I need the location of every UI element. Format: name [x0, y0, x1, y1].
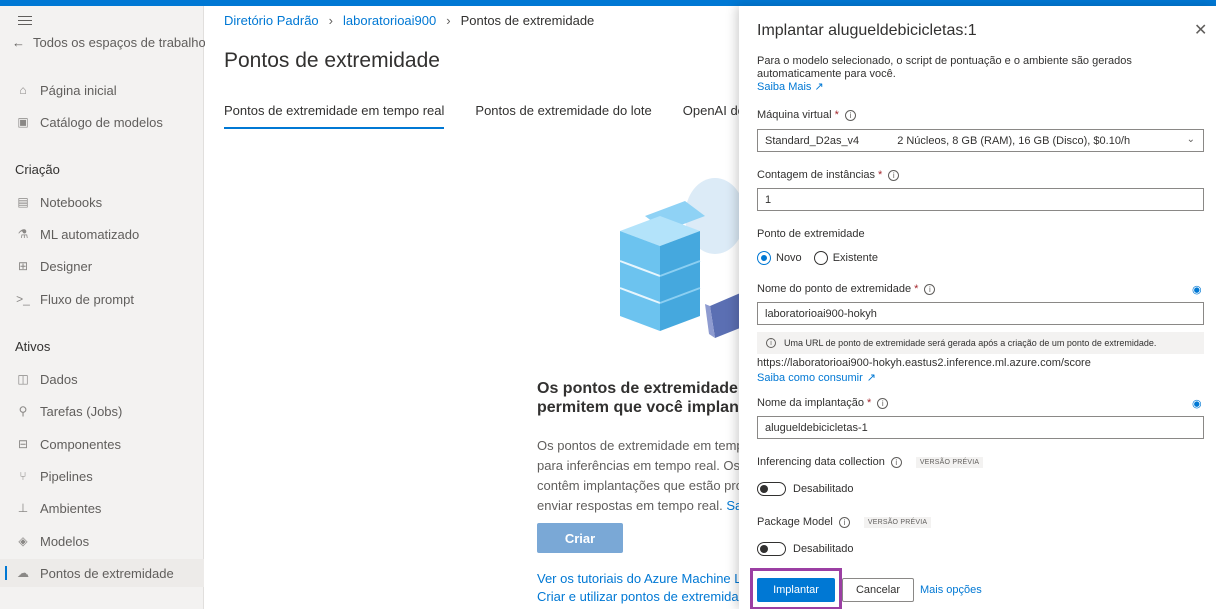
info-icon[interactable]: i	[888, 169, 900, 181]
deploy-panel: Implantar alugueldebicicletas:1 ✕ Para o…	[739, 6, 1216, 609]
vm-select[interactable]: Standard_D2as_v4 2 Núcleos, 8 GB (RAM), …	[757, 129, 1204, 152]
preview-badge: VERSÃO PRÉVIA	[863, 516, 932, 528]
radio-new[interactable]	[757, 251, 771, 265]
chevron-down-icon: ⌄	[1186, 134, 1195, 145]
endpoint-name-input[interactable]: laboratorioai900-hokyh	[757, 302, 1204, 325]
info-icon[interactable]: i	[890, 456, 902, 468]
nav-item-endpoints[interactable]: ☁ Pontos de extremidade	[0, 559, 204, 587]
package-model-label: Package Model i VERSÃO PRÉVIA	[757, 516, 932, 528]
panel-title: Implantar alugueldebicicletas:1	[757, 22, 977, 39]
close-icon[interactable]: ✕	[1194, 20, 1207, 40]
radio-existing[interactable]	[813, 251, 828, 265]
inferencing-toggle[interactable]	[757, 482, 786, 496]
home-icon: ⌂	[19, 83, 27, 97]
panel-description: Para o modelo selecionado, o script de p…	[757, 55, 1132, 93]
main-content: Diretório Padrão › laboratorioai900 › Po…	[205, 6, 745, 609]
endpoint-illustration	[619, 178, 745, 338]
models-icon: ◈	[18, 534, 28, 548]
learn-more-link[interactable]: Saiba Mais ↗	[757, 81, 824, 93]
tutorials-link[interactable]: Ver os tutoriais do Azure Machine Le	[537, 571, 745, 586]
inferencing-toggle-row: Desabilitado	[757, 482, 854, 496]
nav-section-creation: Criação	[15, 162, 60, 177]
endpoints-icon: ☁	[17, 566, 29, 580]
cancel-button[interactable]: Cancelar	[842, 578, 914, 602]
info-icon[interactable]: i	[924, 283, 936, 295]
eye-icon[interactable]: ◉	[1192, 283, 1202, 296]
endpoint-tabs: Pontos de extremidade em tempo real Pont…	[224, 103, 745, 129]
tab-realtime-endpoints[interactable]: Pontos de extremidade em tempo real	[224, 103, 445, 129]
external-link-icon: ↗	[866, 372, 876, 384]
package-toggle-row: Desabilitado	[757, 542, 854, 556]
chevron-right-icon: ›	[328, 13, 333, 28]
package-model-toggle[interactable]	[757, 542, 786, 556]
deploy-button[interactable]: Implantar	[757, 578, 835, 602]
info-icon[interactable]: i	[844, 109, 856, 121]
create-use-endpoints-link[interactable]: Criar e utilizar pontos de extremidad	[537, 589, 745, 604]
nav-item-jobs[interactable]: ⚲ Tarefas (Jobs)	[0, 397, 204, 425]
create-endpoint-button[interactable]: Criar	[537, 523, 623, 553]
external-link-icon: ↗	[814, 81, 824, 93]
breadcrumb: Diretório Padrão › laboratorioai900 › Po…	[224, 13, 594, 28]
instance-count-input[interactable]: 1	[757, 188, 1204, 211]
nav-section-assets: Ativos	[15, 339, 51, 354]
designer-icon: ⊞	[17, 259, 29, 273]
nav-item-notebooks[interactable]: ▤ Notebooks	[0, 188, 204, 216]
eye-icon[interactable]: ◉	[1192, 397, 1202, 410]
consume-link[interactable]: Saiba como consumir ↗	[757, 371, 876, 385]
nav-item-pipelines[interactable]: ⑂ Pipelines	[0, 462, 204, 490]
info-icon[interactable]: i	[838, 516, 850, 528]
instance-count-label: Contagem de instâncias * i	[757, 169, 900, 181]
environments-icon: ⊥	[17, 501, 29, 515]
preview-badge: VERSÃO PRÉVIA	[915, 456, 984, 468]
nav-item-prompt-flow[interactable]: >_ Fluxo de prompt	[0, 285, 204, 313]
nav-item-models[interactable]: ◈ Modelos	[0, 527, 204, 555]
more-options-link[interactable]: Mais opções	[920, 584, 982, 596]
pipelines-icon: ⑂	[19, 469, 27, 483]
automl-icon: ⚗	[17, 227, 29, 241]
empty-state-title: Os pontos de extremidade c permitem que …	[537, 380, 745, 416]
notebook-icon: ▤	[17, 195, 29, 209]
nav-item-home[interactable]: ⌂ Página inicial	[0, 76, 204, 104]
breadcrumb-directory[interactable]: Diretório Padrão	[224, 13, 319, 28]
endpoint-label: Ponto de extremidade	[757, 228, 865, 240]
info-icon: i	[766, 338, 776, 348]
deployment-name-label: Nome da implantação * i	[757, 397, 889, 409]
nav-item-environments[interactable]: ⊥ Ambientes	[0, 494, 204, 522]
breadcrumb-current: Pontos de extremidade	[460, 13, 595, 28]
endpoint-url: https://laboratorioai900-hokyh.eastus2.i…	[757, 357, 1091, 369]
prompt-flow-icon: >_	[16, 292, 30, 306]
arrow-left-icon: ←	[12, 35, 25, 50]
breadcrumb-workspace[interactable]: laboratorioai900	[343, 13, 436, 28]
nav-item-automl[interactable]: ⚗ ML automatizado	[0, 220, 204, 248]
vm-label: Máquina virtual * i	[757, 109, 856, 121]
page-title: Pontos de extremidade	[224, 49, 440, 72]
chevron-right-icon: ›	[446, 13, 451, 28]
back-to-workspaces-link[interactable]: ← Todos os espaços de trabalho	[12, 35, 206, 50]
endpoint-name-label: Nome do ponto de extremidade * i	[757, 283, 936, 295]
empty-state-description: Os pontos de extremidade em temp para in…	[537, 436, 745, 516]
data-icon: ◫	[17, 372, 29, 386]
info-icon[interactable]: i	[877, 397, 889, 409]
info-message-bar: i Uma URL de ponto de extremidade será g…	[757, 332, 1204, 354]
components-icon: ⊟	[17, 437, 29, 451]
nav-item-data[interactable]: ◫ Dados	[0, 365, 204, 393]
inferencing-label: Inferencing data collection i VERSÃO PRÉ…	[757, 456, 984, 468]
nav-item-components[interactable]: ⊟ Componentes	[0, 430, 204, 458]
tab-openai[interactable]: OpenAI do	[683, 103, 745, 129]
endpoint-radio-group: Novo Existente	[757, 251, 878, 265]
deployment-name-input[interactable]: alugueldebicicletas-1	[757, 416, 1204, 439]
hamburger-menu-icon[interactable]	[18, 16, 32, 26]
nav-item-model-catalog[interactable]: ▣ Catálogo de modelos	[0, 108, 204, 136]
nav-item-designer[interactable]: ⊞ Designer	[0, 252, 204, 280]
tab-batch-endpoints[interactable]: Pontos de extremidade do lote	[475, 103, 651, 129]
jobs-icon: ⚲	[18, 404, 28, 418]
catalog-icon: ▣	[17, 115, 29, 129]
left-navigation: ← Todos os espaços de trabalho ⌂ Página …	[0, 6, 206, 609]
